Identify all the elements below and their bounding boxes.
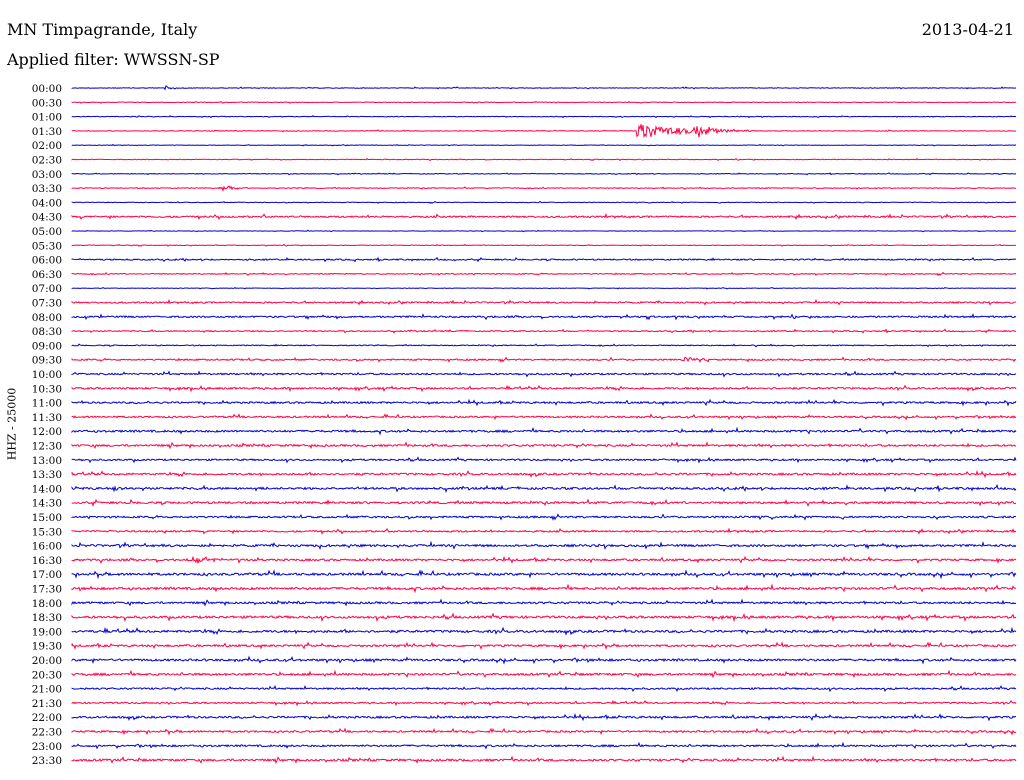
seismogram-trace — [71, 441, 1017, 450]
row-time-label: 18:30 — [32, 612, 62, 624]
seismogram-trace — [71, 569, 1017, 580]
seismogram-trace — [71, 413, 1017, 421]
seismogram-trace — [71, 212, 1017, 221]
row-time-label: 10:30 — [32, 383, 62, 395]
row-time-label: 18:00 — [32, 598, 62, 610]
row-time-label: 15:00 — [32, 512, 62, 524]
seismogram-trace — [71, 384, 1017, 393]
row-time-label: 13:30 — [32, 469, 62, 481]
row-time-label: 02:00 — [32, 140, 62, 152]
seismogram-trace — [71, 243, 1017, 247]
seismogram-trace — [71, 115, 1017, 119]
seismogram-trace — [71, 469, 1017, 479]
seismogram-trace — [71, 100, 1017, 104]
seismogram-trace — [71, 583, 1017, 594]
row-time-label: 08:00 — [32, 312, 62, 324]
row-time-label: 16:00 — [32, 541, 62, 553]
seismogram-trace — [71, 229, 1017, 233]
seismogram-trace — [71, 172, 1017, 176]
row-time-label: 13:00 — [32, 455, 62, 467]
seismogram-trace — [71, 498, 1017, 507]
seismogram-trace — [71, 343, 1017, 348]
row-time-label: 05:30 — [32, 240, 62, 252]
seismogram-trace — [71, 741, 1017, 750]
row-time-label: 20:00 — [32, 655, 62, 667]
row-time-label: 21:30 — [32, 698, 62, 710]
row-time-label: 10:00 — [32, 369, 62, 381]
row-time-label: 07:00 — [32, 283, 62, 295]
seismogram-trace — [71, 669, 1017, 679]
seismogram-trace — [71, 527, 1017, 535]
seismogram-trace — [71, 727, 1017, 736]
seismogram-trace — [71, 456, 1017, 464]
seismogram-trace — [71, 185, 1017, 193]
seismogram-trace — [71, 755, 1017, 765]
row-time-label: 23:00 — [32, 741, 62, 753]
seismogram-trace — [71, 598, 1017, 607]
row-time-label: 15:30 — [32, 526, 62, 538]
row-time-label: 14:00 — [32, 483, 62, 495]
seismogram-trace — [71, 513, 1017, 521]
row-time-label: 04:00 — [32, 197, 62, 209]
seismogram-trace — [71, 483, 1017, 493]
seismogram-trace — [71, 713, 1017, 722]
row-time-label: 12:00 — [32, 426, 62, 438]
seismogram-trace — [71, 540, 1017, 551]
seismogram-trace — [71, 655, 1017, 665]
seismogram-trace — [71, 286, 1017, 290]
seismogram-trace — [71, 398, 1017, 407]
row-time-label: 05:00 — [32, 226, 62, 238]
row-time-label: 11:00 — [32, 398, 62, 410]
seismogram-trace — [71, 143, 1017, 147]
row-time-label: 17:00 — [32, 569, 62, 581]
seismogram-trace — [71, 699, 1017, 707]
seismogram-trace — [71, 313, 1017, 321]
row-time-label: 03:30 — [32, 183, 62, 195]
row-time-label: 21:00 — [32, 684, 62, 696]
row-time-label: 00:30 — [32, 97, 62, 109]
row-time-label: 03:00 — [32, 169, 62, 181]
seismogram-trace — [71, 612, 1017, 623]
seismogram-trace — [71, 426, 1017, 436]
seismogram-trace — [71, 157, 1017, 162]
row-time-label: 17:30 — [32, 584, 62, 596]
row-time-label: 20:30 — [32, 669, 62, 681]
seismogram-trace — [71, 124, 1017, 139]
row-time-label: 09:30 — [32, 355, 62, 367]
seismogram-trace — [71, 370, 1017, 378]
seismogram-trace — [71, 85, 1017, 91]
seismogram-trace — [71, 200, 1017, 204]
seismogram-trace — [71, 626, 1017, 636]
row-time-label: 01:30 — [32, 126, 62, 138]
row-time-label: 07:30 — [32, 298, 62, 310]
row-time-label: 00:00 — [32, 83, 62, 95]
row-time-label: 16:30 — [32, 555, 62, 567]
row-time-label: 04:30 — [32, 212, 62, 224]
row-time-label: 12:30 — [32, 441, 62, 453]
row-time-label: 22:30 — [32, 727, 62, 739]
row-time-label: 02:30 — [32, 155, 62, 167]
seismogram-trace — [71, 271, 1017, 277]
row-time-label: 06:00 — [32, 255, 62, 267]
row-time-label: 14:30 — [32, 498, 62, 510]
row-time-label: 09:00 — [32, 340, 62, 352]
row-time-label: 11:30 — [32, 412, 62, 424]
row-time-label: 23:30 — [32, 755, 62, 767]
seismogram-trace — [71, 684, 1017, 693]
seismogram-trace — [71, 256, 1017, 263]
seismogram-trace — [71, 299, 1017, 306]
seismogram-trace — [71, 356, 1017, 363]
seismogram-trace — [71, 328, 1017, 334]
row-time-label: 19:30 — [32, 641, 62, 653]
row-time-label: 08:30 — [32, 326, 62, 338]
helicorder-plot: 00:00 00:30 01:00 01:30 02:00 02:30 03:00 03:30… — [32, 83, 1017, 767]
row-time-label: 01:00 — [32, 112, 62, 124]
row-time-label: 22:00 — [32, 712, 62, 724]
seismogram-trace — [71, 641, 1017, 651]
seismogram-trace — [71, 555, 1017, 565]
row-time-label: 06:30 — [32, 269, 62, 281]
row-time-label: 19:00 — [32, 626, 62, 638]
